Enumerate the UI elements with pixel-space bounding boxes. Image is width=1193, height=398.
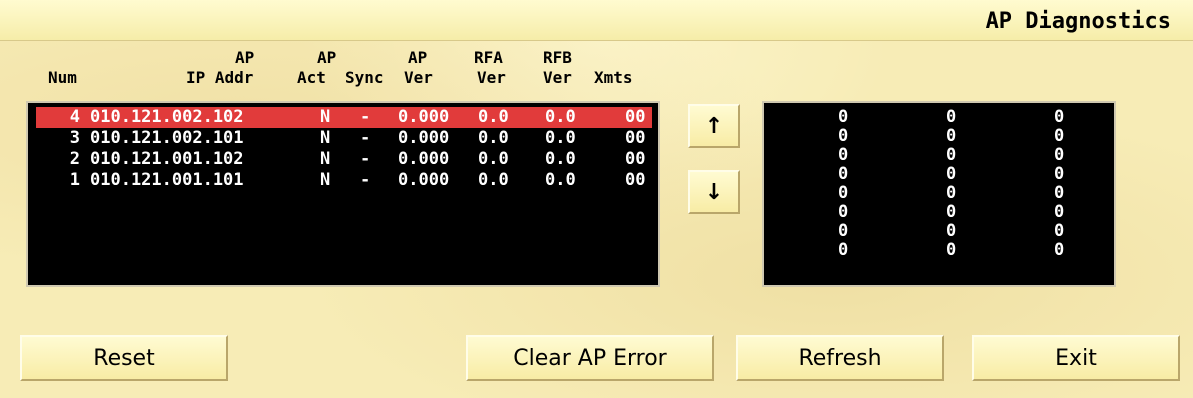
counter-value: 0 [946,183,957,203]
cell-apver: 0.000 [398,170,450,190]
cell-num: 1 [69,170,80,190]
header-rfa-bottom: Ver [477,68,506,87]
arrow-down-icon: ↓ [704,179,724,205]
counter-value: 0 [946,221,957,241]
cell-apver: 0.000 [398,107,450,127]
cell-sync: - [360,107,371,127]
header-sync: Sync [345,68,384,87]
counter-value: 0 [1054,202,1065,222]
header-xmts: Xmts [594,68,633,87]
counter-value: 0 [838,145,849,165]
cell-ip: 010.121.001.101 [90,170,244,190]
title-bar: AP Diagnostics [0,0,1193,41]
header-apver-top: AP [408,48,428,67]
scroll-up-button[interactable]: ↑ [688,104,740,148]
table-row[interactable]: 3 010.121.002.101 N - 0.000 0.0 0.0 00 [36,128,652,149]
header-rfa-top: RFA [474,48,503,67]
counter-col2: 0 0 0 0 0 0 0 0 [946,108,956,260]
counter-value: 0 [838,107,849,127]
cell-apver: 0.000 [398,128,450,148]
scroll-down-button[interactable]: ↓ [688,170,740,214]
reset-button-label: Reset [93,345,155,371]
counter-value: 0 [946,107,957,127]
clear-ap-error-button-label: Clear AP Error [513,345,667,371]
ap-list[interactable]: 4 010.121.002.102 N - 0.000 0.0 0.0 00 3… [26,101,660,287]
counter-value: 0 [1054,240,1065,260]
counter-value: 0 [946,240,957,260]
counter-value: 0 [838,202,849,222]
counter-value: 0 [1054,164,1065,184]
cell-rfa: 0.0 [478,149,509,169]
cell-rfa: 0.0 [478,170,509,190]
clear-ap-error-button[interactable]: Clear AP Error [466,335,714,381]
cell-rfb: 0.0 [545,107,576,127]
cell-sync: - [360,149,371,169]
cell-rfb: 0.0 [545,128,576,148]
counter-value: 0 [1054,183,1065,203]
counter-value: 0 [1054,145,1065,165]
window-title: AP Diagnostics [985,9,1171,34]
cell-act: N [320,107,331,127]
exit-button[interactable]: Exit [972,335,1180,381]
cell-rfa: 0.0 [478,128,509,148]
cell-act: N [320,149,331,169]
exit-button-label: Exit [1055,345,1097,371]
counter-value: 0 [1054,221,1065,241]
table-row[interactable]: 4 010.121.002.102 N - 0.000 0.0 0.0 00 [36,107,652,128]
header-apver-bottom: Ver [404,68,433,87]
header-num: Num [48,68,77,87]
counter-value: 0 [946,202,957,222]
counter-value: 0 [946,164,957,184]
counter-value: 0 [838,240,849,260]
header-rfb-top: RFB [543,48,572,67]
counters-panel: 0 0 0 0 0 0 0 0 0 0 0 0 0 0 0 0 0 0 0 0 … [762,101,1116,287]
cell-sync: - [360,170,371,190]
counter-value: 0 [838,126,849,146]
cell-ip: 010.121.001.102 [90,149,244,169]
cell-rfb: 0.0 [545,149,576,169]
counter-value: 0 [838,221,849,241]
arrow-up-icon: ↑ [704,113,724,139]
counter-col3: 0 0 0 0 0 0 0 0 [1054,108,1064,260]
cell-ip: 010.121.002.102 [90,107,244,127]
cell-num: 4 [69,107,80,127]
cell-apver: 0.000 [398,149,450,169]
counter-value: 0 [946,126,957,146]
refresh-button[interactable]: Refresh [736,335,944,381]
reset-button[interactable]: Reset [20,335,228,381]
cell-num: 3 [69,128,80,148]
refresh-button-label: Refresh [798,345,882,371]
cell-ip: 010.121.002.101 [90,128,244,148]
counter-value: 0 [1054,126,1065,146]
cell-sync: - [360,128,371,148]
cell-xmts: 00 [625,170,646,190]
counter-value: 0 [946,145,957,165]
counter-value: 0 [838,183,849,203]
cell-rfb: 0.0 [545,170,576,190]
cell-num: 2 [69,149,80,169]
cell-act: N [320,170,331,190]
cell-xmts: 00 [625,149,646,169]
counter-value: 0 [838,164,849,184]
header-ip-bottom: IP Addr [186,68,254,87]
cell-rfa: 0.0 [478,107,509,127]
table-row[interactable]: 2 010.121.001.102 N - 0.000 0.0 0.0 00 [36,149,652,170]
header-ip-top: AP [235,48,255,67]
header-act-top: AP [317,48,337,67]
table-row[interactable]: 1 010.121.001.101 N - 0.000 0.0 0.0 00 [36,170,652,191]
counter-value: 0 [1054,107,1065,127]
counter-col1: 0 0 0 0 0 0 0 0 [838,108,848,260]
cell-act: N [320,128,331,148]
header-rfb-bottom: Ver [543,68,572,87]
cell-xmts: 00 [625,107,646,127]
cell-xmts: 00 [625,128,646,148]
header-act-bottom: Act [297,68,326,87]
